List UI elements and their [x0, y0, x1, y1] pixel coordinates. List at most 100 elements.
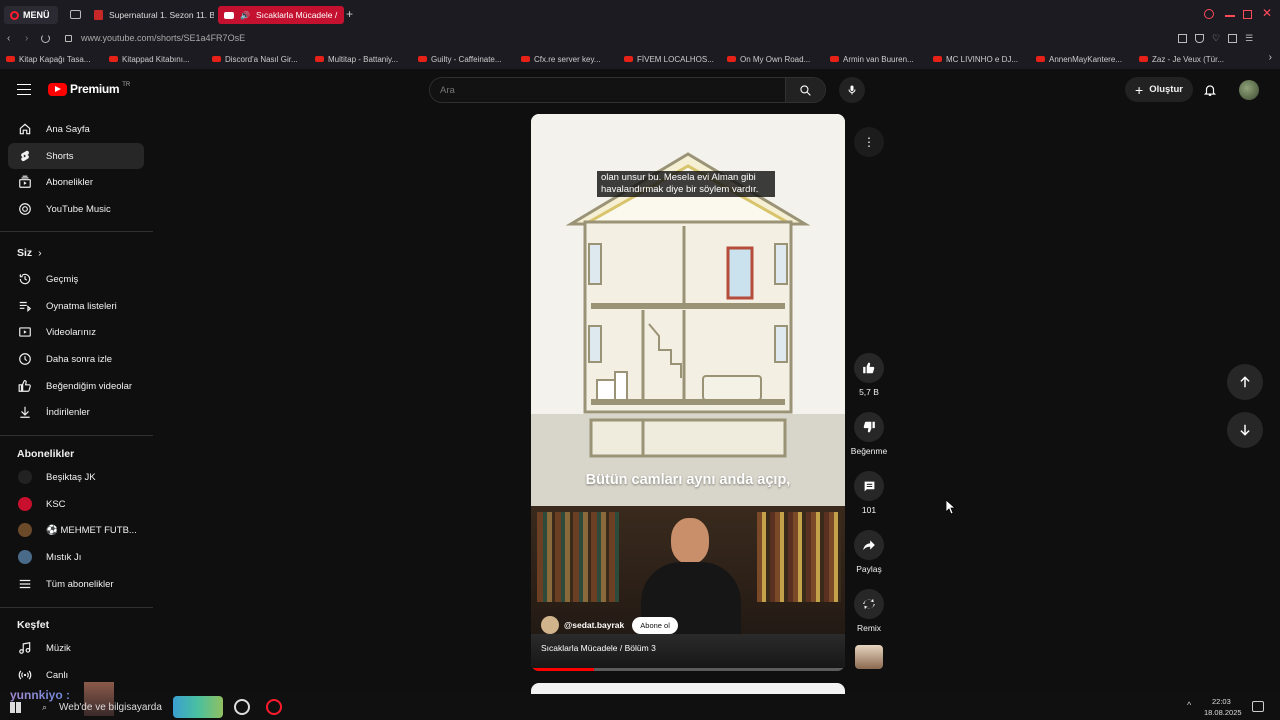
- short-title[interactable]: Sıcaklarla Mücadele / Bölüm 3: [541, 643, 656, 653]
- live-icon: [18, 668, 32, 682]
- previous-short-button[interactable]: [1227, 364, 1263, 400]
- sidebar-item[interactable]: Müzik: [8, 635, 144, 661]
- comments-button[interactable]: [854, 471, 884, 501]
- remix-label: Remix: [856, 623, 882, 633]
- channel-name[interactable]: @sedat.bayrak: [564, 620, 624, 630]
- sidebar-item[interactable]: Oynatma listeleri: [8, 293, 144, 319]
- plus-icon: +: [1135, 81, 1144, 98]
- wallet-icon[interactable]: [1228, 34, 1238, 43]
- subscription-item[interactable]: ⚽ MEHMET FUTB...: [8, 517, 144, 543]
- maximize-icon[interactable]: [1243, 10, 1252, 19]
- sidebar-item[interactable]: İndirilenler: [8, 399, 144, 425]
- bookmark-item[interactable]: MC LIVINHO e DJ...: [933, 55, 1036, 64]
- bookmark-item[interactable]: Kitappad Kitabını...: [109, 55, 212, 64]
- channel-avatar[interactable]: [541, 616, 559, 634]
- search-tabs-icon[interactable]: [1204, 9, 1214, 19]
- sidebar-item-label: Abonelikler: [46, 176, 93, 188]
- sidebar-item[interactable]: Shorts: [8, 143, 144, 169]
- notifications-button[interactable]: [1203, 83, 1217, 97]
- shorts-player[interactable]: olan unsur bu. Mesela evi Alman gibi hav…: [531, 114, 845, 671]
- clock-time[interactable]: 22:03: [1212, 697, 1231, 706]
- scroll-up-icon[interactable]: ⌃: [152, 111, 159, 114]
- opera-taskbar-icon[interactable]: [266, 699, 282, 715]
- youtube-logo[interactable]: Premium TR: [48, 82, 130, 96]
- sidebar-item-label: Ana Sayfa: [46, 123, 90, 135]
- shorts-icon: [18, 149, 32, 163]
- back-icon[interactable]: ‹: [7, 33, 10, 44]
- speaker-head: [671, 518, 709, 564]
- taskbar-search-icon[interactable]: ⌕: [42, 702, 47, 713]
- bookmark-item[interactable]: Guilty - Caffeinate...: [418, 55, 521, 64]
- browser-menu-button[interactable]: MENÜ: [4, 6, 58, 24]
- share-button[interactable]: [854, 530, 884, 560]
- tab-switcher-icon[interactable]: [70, 10, 81, 19]
- section-you[interactable]: Siz ›: [17, 247, 42, 259]
- sidebar-item[interactable]: Geçmiş: [8, 266, 144, 292]
- windows-start-icon[interactable]: [10, 702, 21, 713]
- search-input[interactable]: [430, 78, 785, 102]
- taskbar-search[interactable]: Web'de ve bilgisayarda: [59, 702, 162, 713]
- create-button[interactable]: + Oluştur: [1125, 77, 1193, 102]
- bookmark-item[interactable]: Discord'a Nasıl Gir...: [212, 55, 315, 64]
- bookmark-item[interactable]: Multitap - Battaniy...: [315, 55, 418, 64]
- shield-icon[interactable]: [1195, 34, 1204, 43]
- taskbar: yunnkiyo : ⌕ Web'de ve bilgisayarda ^ 22…: [0, 682, 1280, 720]
- more-options-button[interactable]: ⋮: [854, 127, 884, 157]
- sidebar-item[interactable]: YouTube Music: [8, 196, 144, 222]
- bookmark-item[interactable]: Kitap Kapağı Tasa...: [6, 55, 109, 64]
- remix-button[interactable]: [854, 589, 884, 619]
- browser-tab-active[interactable]: 🔊 Sıcaklarla Mücadele /: [218, 6, 344, 24]
- bookmarks-overflow-icon[interactable]: ›: [1269, 52, 1272, 63]
- sidebar-item[interactable]: Abonelikler: [8, 169, 144, 195]
- taskbar-app-icon[interactable]: [234, 699, 250, 715]
- close-icon[interactable]: ✕: [1262, 6, 1272, 20]
- subscription-label: Mıstık Jı: [46, 551, 82, 563]
- hamburger-menu-icon[interactable]: [17, 84, 31, 95]
- bookmark-favicon-icon: [418, 56, 427, 62]
- bookmark-item[interactable]: Armin van Buuren...: [830, 55, 933, 64]
- sidebar-item[interactable]: Ana Sayfa: [8, 116, 144, 142]
- tray-chevron-icon[interactable]: ^: [1187, 700, 1191, 710]
- bookmark-favicon-icon: [315, 56, 324, 62]
- notification-center-icon[interactable]: [1252, 701, 1264, 712]
- bookmark-item[interactable]: Cfx.re server key...: [521, 55, 624, 64]
- share-label: Paylaş: [856, 564, 882, 574]
- heart-icon[interactable]: ♡: [1212, 34, 1220, 43]
- bookmark-favicon-icon: [830, 56, 839, 62]
- audio-thumbnail[interactable]: [855, 645, 883, 669]
- bookmark-item[interactable]: Zaz - Je Veux (Tür...: [1139, 55, 1242, 64]
- subscription-item[interactable]: Mıstık Jı: [8, 544, 144, 570]
- search-button[interactable]: [785, 78, 825, 102]
- sidebar-item[interactable]: Videolarınız: [8, 319, 144, 345]
- bookmark-item[interactable]: FİVEM LOCALHOS...: [624, 55, 727, 64]
- taskbar-app-icon[interactable]: [173, 696, 223, 718]
- forward-icon[interactable]: ›: [25, 33, 28, 44]
- subscription-item[interactable]: Tüm abonelikler: [8, 571, 144, 597]
- new-tab-button[interactable]: +: [346, 8, 353, 20]
- avatar[interactable]: [1239, 80, 1259, 100]
- subscription-item[interactable]: Beşiktaş JK: [8, 464, 144, 490]
- section-title: Siz: [17, 247, 33, 259]
- browser-tab[interactable]: Supernatural 1. Sezon 11. B: [88, 6, 214, 24]
- bookmark-item[interactable]: On My Own Road...: [727, 55, 830, 64]
- tab-title: Supernatural 1. Sezon 11. B: [109, 10, 214, 20]
- url-text[interactable]: www.youtube.com/shorts/SE1a4FR7OsE: [81, 33, 245, 43]
- sidebar-item[interactable]: Canlı: [8, 662, 144, 688]
- next-short-button[interactable]: [1227, 412, 1263, 448]
- subscription-item[interactable]: KSC: [8, 491, 144, 517]
- minimize-icon[interactable]: [1225, 15, 1235, 17]
- bookmark-favicon-icon: [1139, 56, 1148, 62]
- bookmark-item[interactable]: AnnenMayKantere...: [1036, 55, 1139, 64]
- voice-search-button[interactable]: [839, 77, 865, 103]
- clock-date[interactable]: 18.08.2025: [1204, 708, 1242, 717]
- reload-icon[interactable]: [41, 34, 50, 43]
- subscription-label: KSC: [46, 498, 66, 510]
- sidebar-item[interactable]: Beğendiğim videolar: [8, 373, 144, 399]
- easy-setup-icon[interactable]: ☰: [1245, 34, 1253, 43]
- like-button[interactable]: [854, 353, 884, 383]
- dislike-button[interactable]: [854, 412, 884, 442]
- progress-bar[interactable]: [531, 668, 845, 671]
- sidebar-item[interactable]: Daha sonra izle: [8, 346, 144, 372]
- snapshot-icon[interactable]: [1178, 34, 1187, 43]
- subscribe-button[interactable]: Abone ol: [632, 616, 678, 634]
